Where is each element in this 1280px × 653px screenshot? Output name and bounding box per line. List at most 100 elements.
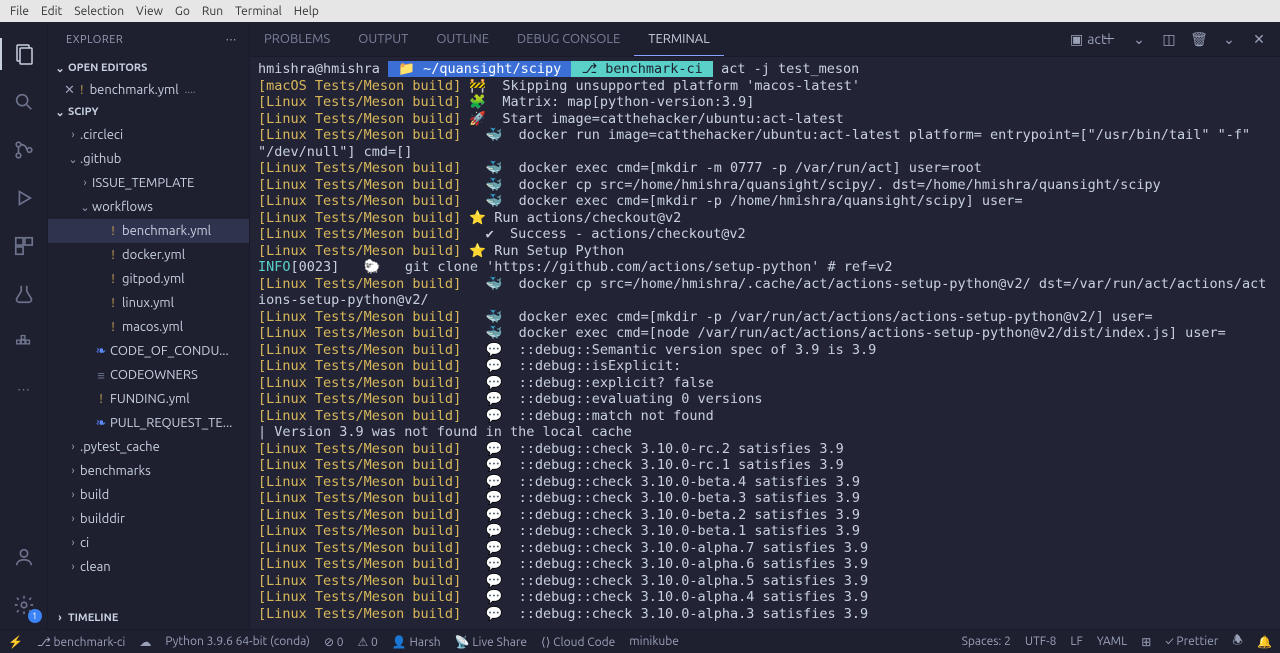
menu-edit[interactable]: Edit — [35, 5, 68, 18]
file-benchmark-yml[interactable]: !benchmark.yml — [48, 219, 249, 243]
status-errors[interactable]: ⊘ 0 — [324, 635, 344, 649]
open-editors-header[interactable]: ⌄OPEN EDITORS — [48, 57, 249, 79]
open-editor-label: benchmark.yml — [90, 83, 179, 97]
folder--github[interactable]: ⌄.github — [48, 147, 249, 171]
terminal-line: [Linux Tests/Meson build] 🐳 docker exec … — [258, 309, 1272, 326]
open-editor-item[interactable]: ✕ ! benchmark.yml .... — [48, 79, 249, 101]
status-git-branch[interactable]: ⎇ benchmark-ci — [37, 635, 125, 649]
folder-benchmarks[interactable]: ›benchmarks — [48, 459, 249, 483]
terminal-line: [Linux Tests/Meson build] 💬 ::debug::che… — [258, 490, 1272, 507]
explorer-icon[interactable] — [0, 30, 48, 78]
settings-icon[interactable]: 1 — [0, 581, 48, 629]
folder--circleci[interactable]: ›.circleci — [48, 123, 249, 147]
folder-issue_template[interactable]: ›ISSUE_TEMPLATE — [48, 171, 249, 195]
test-icon[interactable] — [0, 270, 48, 318]
split-chevron-icon[interactable]: ⌄ — [1130, 31, 1148, 48]
remote-icon[interactable]: ⚡ — [8, 635, 23, 649]
file-pull_request_te-[interactable]: ❧PULL_REQUEST_TE... — [48, 411, 249, 435]
debug-icon[interactable] — [0, 174, 48, 222]
terminal-line: [Linux Tests/Meson build] 🐳 docker run i… — [258, 127, 1272, 160]
folder-builddir[interactable]: ›builddir — [48, 507, 249, 531]
terminal-line: [Linux Tests/Meson build] ⭐ Run actions/… — [258, 210, 1272, 227]
trash-icon[interactable]: 🗑 — [1190, 31, 1208, 48]
terminal-line: [Linux Tests/Meson build] 🧩 Matrix: map[… — [258, 94, 1272, 111]
settings-badge: 1 — [28, 609, 42, 623]
status-prettier[interactable]: ✓ Prettier — [1165, 631, 1218, 652]
file-code_of_condu-[interactable]: ❧CODE_OF_CONDU... — [48, 339, 249, 363]
folder--pytest_cache[interactable]: ›.pytest_cache — [48, 435, 249, 459]
terminal-line: [Linux Tests/Meson build] 💬 ::debug::mat… — [258, 408, 1272, 425]
terminal-line: [Linux Tests/Meson build] 💬 ::debug::che… — [258, 573, 1272, 590]
file-docker-yml[interactable]: !docker.yml — [48, 243, 249, 267]
sidebar-more-icon[interactable]: ⋯ — [226, 33, 238, 46]
folder-ci[interactable]: ›ci — [48, 531, 249, 555]
terminal-line: [Linux Tests/Meson build] 💬 ::debug::Sem… — [258, 342, 1272, 359]
terminal-line: [Linux Tests/Meson build] 🐳 docker exec … — [258, 325, 1272, 342]
terminal[interactable]: hmishra@hmishra 📁 ~/quansight/scipy ⎇ be… — [250, 57, 1280, 629]
file-funding-yml[interactable]: !FUNDING.yml — [48, 387, 249, 411]
terminal-line: [Linux Tests/Meson build] 💬 ::debug::exp… — [258, 375, 1272, 392]
menu-run[interactable]: Run — [196, 5, 229, 18]
timeline-header[interactable]: ›TIMELINE — [48, 607, 249, 629]
status-eol[interactable]: LF — [1070, 631, 1082, 652]
status-encoding[interactable]: UTF-8 — [1025, 631, 1056, 652]
terminal-line: [Linux Tests/Meson build] 🚀 Start image=… — [258, 111, 1272, 128]
folder-clean[interactable]: ›clean — [48, 555, 249, 579]
status-notifications[interactable]: 🔔 — [1257, 631, 1272, 652]
terminal-line: | Version 3.9 was not found in the local… — [258, 424, 1272, 441]
file-linux-yml[interactable]: !linux.yml — [48, 291, 249, 315]
split-terminal-icon[interactable]: ◫ — [1160, 31, 1178, 48]
terminal-line: [Linux Tests/Meson build] 💬 ::debug::che… — [258, 606, 1272, 623]
close-icon[interactable]: ✕ — [64, 83, 80, 98]
terminal-line: [Linux Tests/Meson build] 💬 ::debug::che… — [258, 507, 1272, 524]
status-sync[interactable]: ☁ — [139, 635, 151, 649]
menubar: FileEditSelectionViewGoRunTerminalHelp — [0, 0, 1280, 22]
status-python-interpreter[interactable]: Python 3.9.6 64-bit (conda) — [165, 635, 310, 649]
terminal-line: [Linux Tests/Meson build] 💬 ::debug::eva… — [258, 391, 1272, 408]
extensions-icon[interactable] — [0, 222, 48, 270]
file-codeowners[interactable]: ≡CODEOWNERS — [48, 363, 249, 387]
close-panel-icon[interactable]: ✕ — [1250, 31, 1268, 48]
status-layout[interactable]: ⊞ — [1141, 631, 1151, 652]
docker-icon[interactable] — [0, 318, 48, 366]
status-liveshare[interactable]: 📡 Live Share — [455, 635, 527, 649]
status-minikube[interactable]: minikube — [629, 635, 679, 649]
panel-tab-outline[interactable]: OUTLINE — [422, 22, 503, 56]
terminal-line: [Linux Tests/Meson build] ✔ Success - ac… — [258, 226, 1272, 243]
terminal-line: [Linux Tests/Meson build] 💬 ::debug::che… — [258, 457, 1272, 474]
terminal-line: [Linux Tests/Meson build] ⭐ Run Setup Py… — [258, 243, 1272, 260]
folder-workflows[interactable]: ⌄workflows — [48, 195, 249, 219]
menu-file[interactable]: File — [4, 5, 35, 18]
more-icon[interactable]: ⋯ — [0, 366, 48, 414]
status-indent[interactable]: Spaces: 2 — [962, 631, 1011, 652]
menu-help[interactable]: Help — [288, 5, 325, 18]
editor-area: PROBLEMSOUTPUTOUTLINEDEBUG CONSOLETERMIN… — [250, 22, 1280, 629]
accounts-icon[interactable] — [0, 533, 48, 581]
status-cloud-code[interactable]: ⟨⟩ Cloud Code — [541, 635, 615, 649]
search-icon[interactable] — [0, 78, 48, 126]
new-terminal-icon[interactable]: ＋ — [1100, 29, 1118, 49]
panel-tab-problems[interactable]: PROBLEMS — [250, 22, 344, 56]
folder-build[interactable]: ›build — [48, 483, 249, 507]
terminal-line: [Linux Tests/Meson build] 💬 ::debug::che… — [258, 474, 1272, 491]
source-control-icon[interactable] — [0, 126, 48, 174]
panel-tab-output[interactable]: OUTPUT — [344, 22, 422, 56]
panel-tab-debug-console[interactable]: DEBUG CONSOLE — [503, 22, 634, 56]
menu-view[interactable]: View — [130, 5, 169, 18]
terminal-line: [Linux Tests/Meson build] 🐳 docker exec … — [258, 160, 1272, 177]
status-warnings[interactable]: ⚠ 0 — [358, 635, 378, 649]
terminal-profile[interactable]: ▣ act — [1070, 31, 1088, 48]
menu-terminal[interactable]: Terminal — [229, 5, 288, 18]
panel-tab-terminal[interactable]: TERMINAL — [634, 22, 724, 56]
status-account[interactable]: 👤 Harsh — [392, 635, 441, 649]
status-feedback[interactable]: 🕭 — [1232, 631, 1243, 652]
status-language[interactable]: YAML — [1097, 631, 1127, 652]
terminal-line: [Linux Tests/Meson build] 💬 ::debug::che… — [258, 441, 1272, 458]
chevron-down-icon[interactable]: ⌄ — [1220, 31, 1238, 48]
terminal-prompt: hmishra@hmishra 📁 ~/quansight/scipy ⎇ be… — [258, 61, 1272, 78]
project-header[interactable]: ⌄SCIPY — [48, 101, 249, 123]
menu-selection[interactable]: Selection — [68, 5, 130, 18]
file-gitpod-yml[interactable]: !gitpod.yml — [48, 267, 249, 291]
file-macos-yml[interactable]: !macos.yml — [48, 315, 249, 339]
menu-go[interactable]: Go — [169, 5, 196, 18]
